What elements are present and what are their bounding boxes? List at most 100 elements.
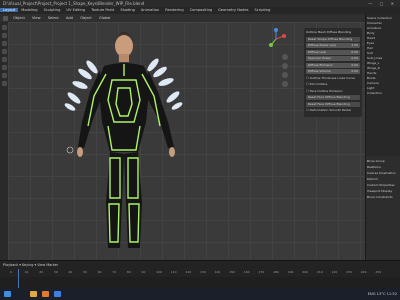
timeline-ruler[interactable]: 0 10 20 30 40 50 60 70 80 90 100 110 120 130 140 150 160… bbox=[10, 270, 390, 276]
deformation-smooth-checkbox[interactable]: Deformation Smooth Model bbox=[306, 108, 360, 113]
tab-geometry-nodes[interactable]: Geometry Nodes bbox=[215, 8, 251, 12]
move-tool-icon[interactable] bbox=[1, 41, 7, 46]
select-menu[interactable]: Select bbox=[48, 16, 59, 20]
view-menu[interactable]: View bbox=[32, 16, 41, 20]
reset-face-button[interactable]: Reset Face Diffuse Blending bbox=[306, 95, 360, 100]
timeline-tick: 30 bbox=[53, 270, 58, 274]
diffuse-power-field[interactable]: Diffuse Power Lerp 1.00 bbox=[306, 43, 360, 48]
timeline-tick: 140 bbox=[214, 270, 221, 274]
pan-icon[interactable] bbox=[282, 63, 288, 69]
field-value: 0.00 bbox=[351, 69, 358, 73]
viewport-nav-buttons bbox=[282, 54, 289, 90]
mode-select[interactable]: Object bbox=[13, 16, 25, 20]
timeline-tick: 210 bbox=[316, 270, 323, 274]
system-tray[interactable]: ENG 13°C 11:52 bbox=[368, 288, 397, 300]
workspace-tabs: Layout Modeling Sculpting UV Editing Texture… bbox=[0, 7, 400, 14]
outline-thickness-checkbox[interactable]: Outline Thickness Lines Curve bbox=[306, 76, 360, 81]
timeline-track[interactable] bbox=[0, 277, 400, 288]
timeline-tick: 200 bbox=[302, 270, 309, 274]
tab-sculpting[interactable]: Sculpting bbox=[41, 8, 64, 12]
zoom-icon[interactable] bbox=[282, 54, 288, 60]
tab-uv-editing[interactable]: UV Editing bbox=[63, 8, 88, 12]
tab-texture-paint[interactable]: Texture Paint bbox=[88, 8, 117, 12]
scale-tool-icon[interactable] bbox=[1, 57, 7, 62]
timeline-tick: 160 bbox=[243, 270, 250, 274]
tab-shading[interactable]: Shading bbox=[117, 8, 138, 12]
select-tool-icon[interactable] bbox=[1, 25, 7, 30]
timeline-tick: 250 bbox=[375, 270, 382, 274]
reset-face-button-2[interactable]: Reset Face Diffuse Blending bbox=[306, 101, 360, 107]
transform-orientation[interactable]: Global bbox=[99, 16, 110, 20]
field-label: Diffuse Power Lerp bbox=[308, 43, 337, 47]
ortho-toggle-icon[interactable] bbox=[282, 81, 288, 87]
window-title: D:\Visual_Project\Project_Project 1_Shap… bbox=[3, 1, 145, 6]
add-menu[interactable]: Add bbox=[66, 16, 73, 20]
timeline-tick: 60 bbox=[97, 270, 102, 274]
timeline-tick: 240 bbox=[360, 270, 367, 274]
timeline-tick: 110 bbox=[170, 270, 177, 274]
outliner-item[interactable]: Collection bbox=[367, 91, 399, 96]
editor-type-icon[interactable] bbox=[3, 15, 8, 21]
transform-tool-icon[interactable] bbox=[1, 65, 7, 70]
timeline-tick: 50 bbox=[83, 270, 87, 274]
face-outline-checkbox[interactable]: Face Outline Emission bbox=[306, 89, 360, 94]
playhead[interactable] bbox=[18, 269, 19, 288]
timeline-tick: 90 bbox=[141, 270, 146, 274]
measure-tool-icon[interactable] bbox=[1, 81, 7, 86]
timeline-tick: 180 bbox=[273, 270, 279, 274]
timeline-tick: 220 bbox=[331, 270, 338, 274]
timeline-tick: 150 bbox=[229, 270, 235, 274]
diffuse-emission-field[interactable]: Diffuse Emission 0.00 bbox=[306, 62, 360, 68]
tab-layout[interactable]: Layout bbox=[0, 8, 19, 12]
field-label: Diffuse Lerp bbox=[308, 49, 327, 54]
camera-view-icon[interactable] bbox=[282, 72, 288, 78]
properties-section[interactable]: Bone Constraints bbox=[367, 194, 400, 200]
object-menu[interactable]: Object bbox=[80, 16, 92, 20]
timeline-tick: 10 bbox=[24, 270, 29, 274]
timeline-tick: 170 bbox=[258, 270, 265, 274]
timeline-tick: 20 bbox=[39, 270, 44, 274]
tab-scripting[interactable]: Scripting bbox=[251, 8, 273, 12]
timeline-tick: 40 bbox=[68, 270, 73, 274]
viewport-header: Object View Select Add Object Global bbox=[0, 14, 365, 22]
timeline-tick: 130 bbox=[200, 270, 206, 274]
file-explorer-icon[interactable] bbox=[30, 291, 37, 297]
timeline-tick: 190 bbox=[287, 270, 294, 274]
annotate-tool-icon[interactable] bbox=[1, 73, 7, 78]
outliner: Scene Collection Character Armature Body… bbox=[366, 14, 400, 154]
blender-app-icon[interactable] bbox=[42, 291, 49, 297]
timeline-editor: Playback ▾ Keying ▾ View Marker 0 10 20 30 4… bbox=[0, 260, 400, 288]
specular-power-field[interactable]: Specular Power 0.00 bbox=[306, 56, 360, 61]
rim-outline-checkbox[interactable]: Rim Outline bbox=[306, 82, 360, 87]
tab-rendering[interactable]: Rendering bbox=[162, 8, 186, 12]
field-label: Diffuse Volume bbox=[308, 69, 331, 73]
tab-animation[interactable]: Animation bbox=[138, 8, 162, 12]
window-controls[interactable]: — ▢ ✕ bbox=[368, 0, 397, 7]
rotate-tool-icon[interactable] bbox=[1, 49, 7, 54]
field-value: 0.50 bbox=[351, 49, 358, 54]
reset-shape-button[interactable]: Reset Shape Diffuse Blending bbox=[306, 36, 360, 42]
field-value: 0.00 bbox=[351, 56, 358, 60]
diffuse-lerp-field[interactable]: Diffuse Lerp 0.50 bbox=[306, 49, 360, 55]
panel-title: Outline Mesh Diffuse Blending bbox=[306, 30, 352, 34]
shader-settings-panel: Outline Mesh Diffuse Blending Reset Shap… bbox=[304, 28, 362, 117]
title-bar: D:\Visual_Project\Project_Project 1_Shap… bbox=[0, 0, 400, 7]
blender-window: D:\Visual_Project\Project_Project 1_Shap… bbox=[0, 0, 400, 300]
field-value: 1.00 bbox=[351, 43, 358, 47]
tab-compositing[interactable]: Compositing bbox=[187, 8, 216, 12]
windows-start-icon[interactable] bbox=[4, 291, 11, 297]
3d-viewport[interactable]: Outline Mesh Diffuse Blending Reset Shap… bbox=[8, 22, 365, 260]
diffuse-volume-field[interactable]: Diffuse Volume 0.00 bbox=[306, 69, 360, 74]
field-label: Specular Power bbox=[308, 56, 332, 60]
timeline-tick: 120 bbox=[185, 270, 192, 274]
right-editors: Scene Collection Character Armature Body… bbox=[365, 14, 400, 260]
navigation-gizmo[interactable] bbox=[265, 28, 287, 50]
tab-modeling[interactable]: Modeling bbox=[18, 8, 40, 12]
timeline-menus[interactable]: Playback ▾ Keying ▾ View Marker bbox=[0, 261, 400, 269]
properties-editor: Bone Group Relations Inverse Kinematics … bbox=[366, 156, 400, 260]
cursor-tool-icon[interactable] bbox=[1, 33, 7, 38]
browser-icon[interactable] bbox=[54, 291, 61, 297]
os-taskbar: ENG 13°C 11:52 bbox=[0, 288, 400, 300]
tool-shelf bbox=[0, 22, 8, 260]
field-label: Diffuse Emission bbox=[308, 62, 333, 67]
